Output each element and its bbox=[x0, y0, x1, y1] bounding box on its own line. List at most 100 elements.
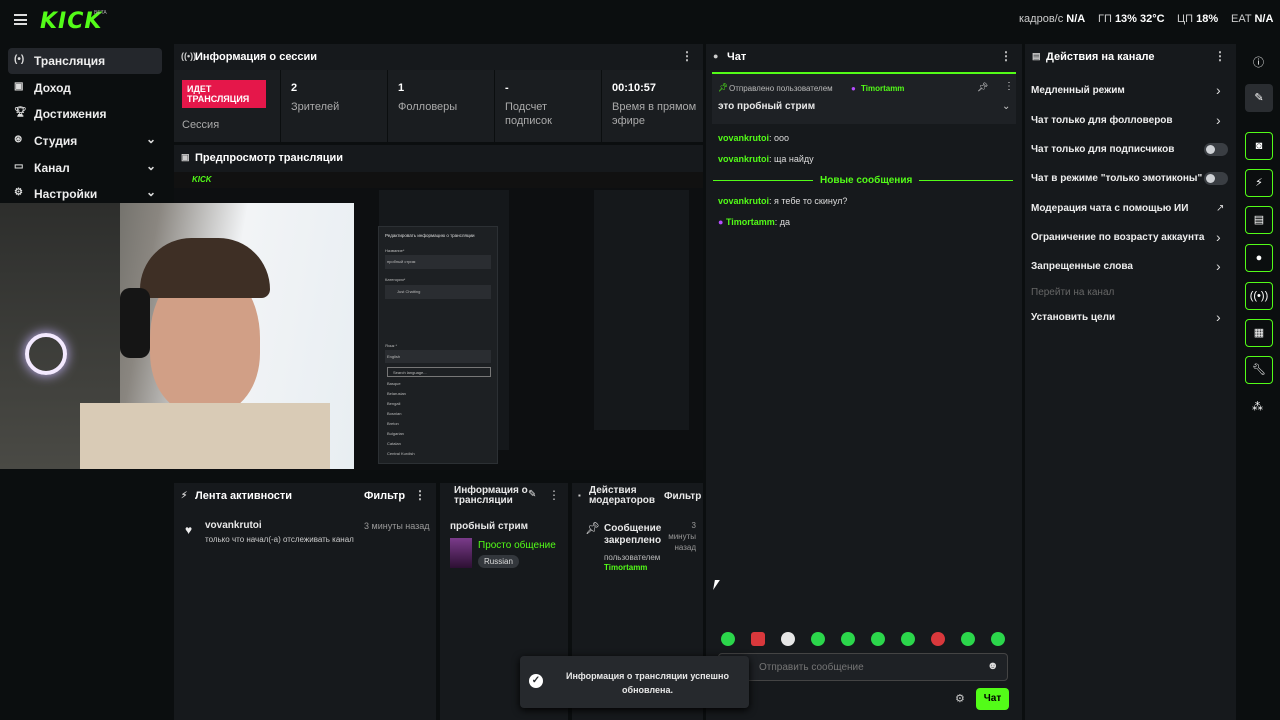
emote-icon[interactable] bbox=[901, 632, 915, 646]
chevron-right-icon: › bbox=[1216, 258, 1221, 274]
sidebar-item-channel[interactable]: ▭ Канал ⌄ bbox=[8, 155, 162, 181]
chat-input[interactable] bbox=[718, 653, 1008, 681]
preview-mirror-topbar: KICK bbox=[174, 172, 703, 188]
slow-mode-item[interactable]: Медленный режим bbox=[1031, 85, 1125, 96]
modal-label: Язык * bbox=[385, 343, 398, 348]
mod-action-user[interactable]: Timortamm bbox=[604, 563, 647, 572]
more-icon[interactable]: ⋮ bbox=[548, 488, 560, 502]
chat-icon[interactable]: ● bbox=[1245, 244, 1273, 272]
emote-icon[interactable] bbox=[721, 632, 735, 646]
modal-lang-field: English bbox=[385, 350, 491, 363]
chevron-right-icon: › bbox=[1216, 82, 1221, 98]
pinned-by: Отправлено пользователем bbox=[729, 84, 833, 93]
emotes-only-toggle[interactable] bbox=[1204, 172, 1228, 185]
chat-text: : да bbox=[774, 217, 791, 227]
sidebar-item-achievements[interactable]: 🏆︎ Достижения bbox=[8, 101, 162, 127]
filter-button[interactable]: Фильтр bbox=[664, 491, 701, 502]
sidebar-item-label: Канал bbox=[34, 161, 70, 175]
camera-icon[interactable]: ◙ bbox=[1245, 132, 1273, 160]
banned-words-item[interactable]: Запрещенные слова bbox=[1031, 261, 1133, 272]
lang-option: Central Kurdish bbox=[387, 451, 415, 456]
more-icon[interactable]: ⋮ bbox=[1004, 81, 1014, 92]
channel-actions-header: ▤ Действия на канале ⋮ bbox=[1025, 44, 1236, 70]
send-chat-button[interactable]: Чат bbox=[976, 688, 1009, 710]
broadcast-icon: (•) bbox=[14, 54, 25, 65]
bolt-icon[interactable]: ⚡︎ bbox=[1245, 169, 1273, 197]
activity-user[interactable]: vovankrutoi bbox=[205, 520, 262, 531]
preview-icon: ▣ bbox=[181, 152, 190, 162]
sidebar-item-income[interactable]: ▣ Доход bbox=[8, 75, 162, 101]
sidebar-item-label: Настройки bbox=[34, 187, 98, 201]
more-icon[interactable]: ⋮ bbox=[414, 488, 426, 502]
more-icon[interactable]: ⋮ bbox=[681, 49, 693, 63]
edit-icon[interactable]: ✎ bbox=[1245, 84, 1273, 112]
gear-icon: ⚙ bbox=[14, 187, 23, 198]
layout-icon[interactable]: ▦ bbox=[1245, 319, 1273, 347]
wallet-icon: ▣ bbox=[14, 81, 24, 92]
ai-moderation-item[interactable]: Модерация чата с помощью ИИ bbox=[1031, 203, 1188, 214]
pinned-user[interactable]: Timortamm bbox=[861, 84, 904, 93]
sidebar-item-broadcast[interactable]: (•) Трансляция bbox=[8, 48, 162, 74]
webcam-overlay bbox=[0, 203, 354, 469]
menu-icon[interactable] bbox=[14, 14, 27, 25]
broadcast-icon[interactable]: ((•)) bbox=[1245, 282, 1273, 310]
emote-icon[interactable] bbox=[781, 632, 795, 646]
unpin-icon[interactable]: 📌︎ bbox=[977, 82, 988, 93]
chat-username[interactable]: Timortamm bbox=[726, 217, 775, 227]
chat-username[interactable]: vovankrutoi bbox=[718, 196, 769, 206]
edit-icon[interactable]: ✎ bbox=[528, 489, 536, 500]
emote-icon[interactable] bbox=[991, 632, 1005, 646]
mod-action-text: Сообщение закреплено bbox=[604, 523, 662, 546]
stat-label: Сессия bbox=[182, 119, 220, 131]
new-messages-label: Новые сообщения bbox=[813, 175, 920, 186]
subs-stat: - Подсчет подписок bbox=[495, 70, 602, 142]
emote-icon[interactable] bbox=[751, 632, 765, 646]
modal-name-field: пробный стрим bbox=[385, 255, 491, 269]
age-restriction-item[interactable]: Ограничение по возрасту аккаунта bbox=[1031, 232, 1205, 243]
emote-icon[interactable] bbox=[811, 632, 825, 646]
category-link[interactable]: Просто общение bbox=[478, 540, 556, 551]
modal-label: Категория* bbox=[385, 277, 406, 282]
mic-icon: ● bbox=[718, 217, 726, 227]
go-to-channel-item[interactable]: Перейти на канал bbox=[1031, 287, 1114, 298]
category-thumbnail[interactable] bbox=[450, 538, 472, 568]
pin-icon: 📌︎ bbox=[585, 521, 601, 535]
sidebar-item-studio[interactable]: ⊛ Студия ⌄ bbox=[8, 128, 162, 154]
more-icon[interactable]: ⋮ bbox=[1000, 49, 1012, 63]
emote-icon[interactable] bbox=[841, 632, 855, 646]
chat-panel: ● Чат ⋮ 📌︎ Отправлено пользователем ● Timo… bbox=[706, 44, 1022, 720]
panel-title: Информация о трансляции bbox=[454, 485, 528, 506]
chevron-down-icon: ⌄ bbox=[145, 185, 156, 199]
modal-lang-list: Basque Belarusian Bengali Bosnian Breton… bbox=[387, 379, 415, 459]
time-stat: 00:10:57 Время в прямом эфире bbox=[602, 70, 703, 142]
subscribers-only-toggle[interactable] bbox=[1204, 143, 1228, 156]
signal-icon: ((•)) bbox=[181, 51, 197, 61]
session-header: ((•)) Информация о сессии ⋮ bbox=[174, 44, 703, 70]
chat-username[interactable]: vovankrutoi bbox=[718, 133, 769, 143]
stat-value: 00:10:57 bbox=[612, 82, 657, 94]
document-icon[interactable]: ▤ bbox=[1245, 206, 1273, 234]
session-panel: ((•)) Информация о сессии ⋮ ИДЕТ ТРАНСЛЯЦИ… bbox=[174, 44, 703, 142]
chat-username[interactable]: vovankrutoi bbox=[718, 154, 769, 164]
chevron-down-icon[interactable]: ⌄ bbox=[1002, 101, 1010, 112]
lang-option: Bengali bbox=[387, 401, 401, 406]
set-goals-item[interactable]: Установить цели bbox=[1031, 312, 1115, 323]
more-icon[interactable]: ⋮ bbox=[1214, 49, 1226, 63]
emote-icon[interactable] bbox=[961, 632, 975, 646]
subscribers-only-item: Чат только для подписчиков bbox=[1031, 144, 1175, 155]
wrench-icon[interactable]: 🔧︎ bbox=[1245, 356, 1273, 384]
chevron-right-icon: › bbox=[1216, 112, 1221, 128]
gear-icon[interactable]: ⚙ bbox=[955, 692, 965, 705]
emote-icon[interactable] bbox=[871, 632, 885, 646]
trophy-icon: 🏆︎ bbox=[14, 107, 27, 118]
cpu-stat: ЦП 18% bbox=[1177, 13, 1219, 25]
emoji-icon[interactable]: ☻ bbox=[987, 660, 999, 672]
filter-button[interactable]: Фильтр bbox=[364, 490, 405, 502]
emote-icon[interactable] bbox=[931, 632, 945, 646]
info-icon[interactable]: ⓘ bbox=[1253, 54, 1264, 70]
share-icon[interactable]: ⁂ bbox=[1252, 400, 1263, 413]
stream-title: пробный стрим bbox=[450, 521, 529, 532]
panel-title: Информация о сессии bbox=[195, 51, 318, 63]
followers-only-item[interactable]: Чат только для фолловеров bbox=[1031, 115, 1173, 126]
stat-label: Фолловеры bbox=[398, 101, 458, 113]
